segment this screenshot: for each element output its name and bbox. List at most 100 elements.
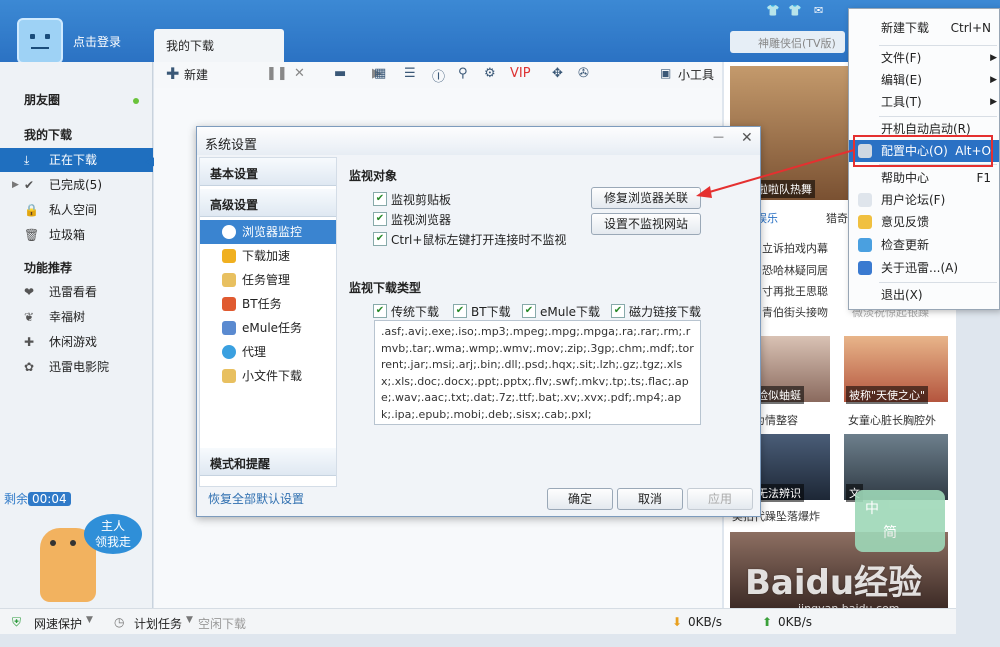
- pause-icon[interactable]: ❚❚: [266, 66, 288, 81]
- sidebar-item-label: 幸福树: [49, 310, 86, 324]
- new-button[interactable]: 新建: [184, 66, 208, 83]
- sidebar-item-kankan[interactable]: ❤ 迅雷看看: [0, 280, 153, 304]
- ad-tab[interactable]: 猎奇: [826, 210, 848, 226]
- repair-browser-button[interactable]: 修复浏览器关联: [591, 187, 701, 209]
- bt-icon: [222, 297, 236, 311]
- sidebar-item-tree[interactable]: ❦ 幸福树: [0, 305, 153, 329]
- no-monitor-sites-button[interactable]: 设置不监视网站: [591, 213, 701, 235]
- folder-icon[interactable]: ▬: [334, 66, 346, 81]
- sidebar-item-completed[interactable]: ▶ ✔ 已完成(5): [0, 173, 153, 197]
- ad-line[interactable]: 青伯街头接吻: [762, 304, 828, 320]
- ad-line[interactable]: 立诉拍戏内幕: [762, 240, 828, 256]
- ctrl-click-checkbox[interactable]: Ctrl+鼠标左键打开连接时不监视: [373, 231, 566, 248]
- nav-emule-task[interactable]: eMule任务: [200, 316, 336, 340]
- type-emule-checkbox[interactable]: eMule下载: [522, 303, 600, 320]
- submenu-arrow-icon: ▶: [990, 75, 997, 85]
- message-icon[interactable]: ✉: [814, 4, 823, 17]
- folder-icon: [222, 369, 236, 383]
- login-link[interactable]: 点击登录: [73, 33, 121, 50]
- globe-icon: [222, 345, 236, 359]
- tab-my-downloads[interactable]: 我的下载: [154, 29, 284, 62]
- sidebar-item-games[interactable]: ✚ 休闲游戏: [0, 330, 153, 354]
- reel-icon[interactable]: ✇: [578, 66, 589, 81]
- sidebar-my-downloads: 我的下载: [24, 128, 73, 142]
- gear-icon[interactable]: ⚙: [484, 66, 496, 81]
- menu-label: 编辑(E): [881, 73, 922, 87]
- game-icon[interactable]: ✥: [552, 66, 563, 81]
- nav-browser-monitor[interactable]: 浏览器监控: [200, 220, 336, 244]
- section-advanced[interactable]: 高级设置: [200, 189, 336, 217]
- ime-widget[interactable]: 中 简: [855, 490, 945, 552]
- restore-defaults-link[interactable]: 恢复全部默认设置: [208, 490, 304, 507]
- type-traditional-checkbox[interactable]: 传统下载: [373, 303, 439, 320]
- sidebar-friends[interactable]: 朋友圈: [0, 88, 153, 112]
- section-basic[interactable]: 基本设置: [200, 158, 336, 186]
- chevron-down-icon[interactable]: ▼: [86, 615, 93, 625]
- speed-protect[interactable]: 网速保护: [34, 615, 82, 632]
- menu-file[interactable]: 文件(F) ▶: [849, 47, 999, 69]
- menu-exit[interactable]: 退出(X): [849, 284, 999, 306]
- type-magnet-checkbox[interactable]: 磁力链接下载: [611, 303, 701, 320]
- expand-icon[interactable]: ▶: [12, 173, 19, 197]
- cancel-button[interactable]: 取消: [617, 488, 683, 510]
- nav-proxy[interactable]: 代理: [200, 340, 336, 364]
- extensions-textarea[interactable]: .asf;.avi;.exe;.iso;.mp3;.mpeg;.mpg;.mpg…: [374, 320, 701, 425]
- toolbox-icon[interactable]: ▣: [660, 66, 671, 80]
- menu-tools[interactable]: 工具(T) ▶: [849, 91, 999, 113]
- menu-about[interactable]: 关于迅雷...(A): [849, 257, 999, 279]
- toolbox-button[interactable]: 小工具: [678, 66, 714, 83]
- status-bar: ⛨ 网速保护 ▼ ◷ 计划任务 ▼ 空闲下载 ⬇ 0KB/s ⬆ 0KB/s: [0, 608, 956, 634]
- monitor-icon: [222, 225, 236, 239]
- mascot-bubble[interactable]: 主人 领我走: [84, 514, 142, 554]
- sidebar-item-label: 迅雷电影院: [49, 360, 110, 374]
- update-icon: [858, 238, 872, 252]
- sidebar-item-cinema[interactable]: ✿ 迅雷电影院: [0, 355, 153, 379]
- film-icon: ✿: [24, 360, 35, 374]
- ad-line[interactable]: 女童心脏长胸腔外: [848, 412, 936, 428]
- chevron-down-icon[interactable]: ▼: [186, 615, 193, 625]
- section-mode[interactable]: 模式和提醒: [200, 448, 336, 476]
- nav-acceleration[interactable]: 下载加速: [200, 244, 336, 268]
- submenu-arrow-icon: ▶: [990, 53, 997, 63]
- ad-line[interactable]: 寸再批王思聪: [762, 283, 828, 299]
- tv-banner[interactable]: 神雕侠侣(TV版): [730, 31, 845, 53]
- ad-caption[interactable]: 被称"天使之心": [846, 386, 929, 404]
- info-icon[interactable]: Ⓘ: [432, 66, 445, 85]
- nav-task-manage[interactable]: 任务管理: [200, 268, 336, 292]
- skin-icon[interactable]: 👕: [766, 4, 780, 17]
- ok-button[interactable]: 确定: [547, 488, 613, 510]
- upload-arrow-icon: ⬆: [762, 615, 773, 629]
- nav-small-file[interactable]: 小文件下载: [200, 364, 336, 388]
- sidebar-item-downloading[interactable]: ⤓ 正在下载: [0, 148, 153, 172]
- apply-button[interactable]: 应用: [687, 488, 753, 510]
- search-icon[interactable]: ⚲: [458, 66, 468, 81]
- nav-bt-task[interactable]: BT任务: [200, 292, 336, 316]
- menu-help[interactable]: 帮助中心 F1: [849, 167, 999, 189]
- clock-icon: ◷: [114, 615, 125, 629]
- ad-line[interactable]: 恐哈林疑同居: [762, 262, 828, 278]
- list-icon[interactable]: ☰: [404, 66, 416, 81]
- plus-icon[interactable]: ✚: [166, 64, 179, 83]
- avatar[interactable]: [17, 18, 63, 64]
- menu-edit[interactable]: 编辑(E) ▶: [849, 69, 999, 91]
- type-bt-checkbox[interactable]: BT下载: [453, 303, 511, 320]
- monitor-clipboard-checkbox[interactable]: 监视剪贴板: [373, 191, 451, 208]
- delete-icon[interactable]: ✕: [294, 66, 305, 81]
- grid-icon[interactable]: ▦: [374, 66, 386, 81]
- vip-icon[interactable]: VIP: [510, 66, 531, 81]
- plan-task[interactable]: 计划任务: [134, 615, 182, 632]
- menu-feedback[interactable]: 意见反馈: [849, 211, 999, 233]
- settings-nav: 基本设置 高级设置 浏览器监控 下载加速 任务管理 BT任务 eMule任务 代…: [199, 157, 337, 487]
- menu-update[interactable]: 检查更新: [849, 234, 999, 256]
- sidebar-item-private[interactable]: 🔒 私人空间: [0, 198, 153, 222]
- shirt-icon[interactable]: 👕: [788, 4, 802, 17]
- idle-download[interactable]: 空闲下载: [198, 615, 246, 632]
- sidebar-item-label: 正在下载: [49, 153, 98, 167]
- highlight-box: [853, 135, 993, 167]
- menu-new-download[interactable]: 新建下载 Ctrl+N: [849, 17, 999, 39]
- monitor-browser-checkbox[interactable]: 监视浏览器: [373, 211, 451, 228]
- nav-label: eMule任务: [242, 321, 303, 335]
- sidebar-item-trash[interactable]: 🗑 垃圾箱: [0, 223, 153, 247]
- menu-forum[interactable]: 用户论坛(F): [849, 189, 999, 211]
- remain-label: 剩余: [4, 492, 29, 506]
